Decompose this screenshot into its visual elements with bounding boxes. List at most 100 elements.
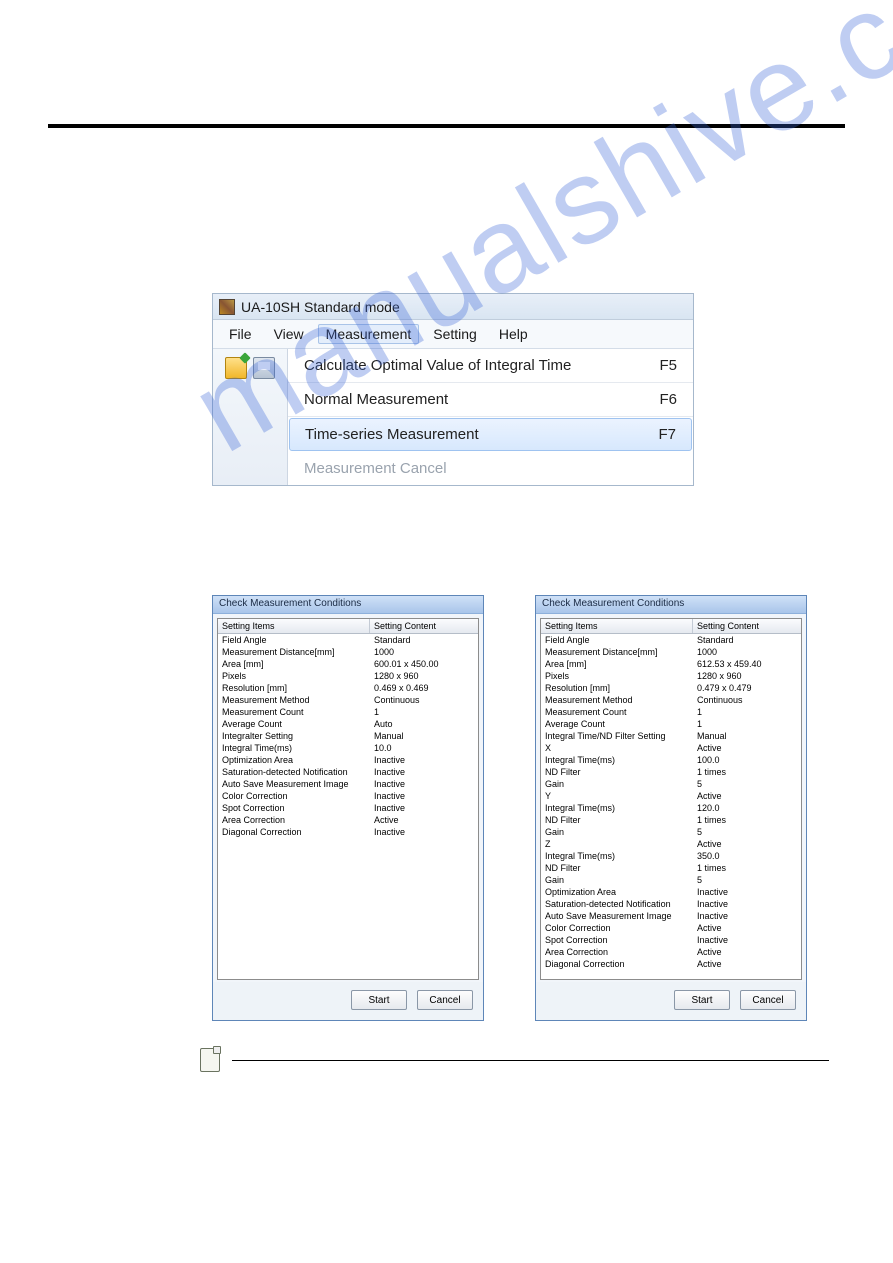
table-row[interactable]: Color CorrectionActive bbox=[541, 922, 801, 934]
table-row[interactable]: Integral Time(ms)120.0 bbox=[541, 802, 801, 814]
setting-item-value: 1 times bbox=[693, 814, 801, 826]
setting-item-label: Average Count bbox=[218, 718, 370, 730]
table-row[interactable]: Field AngleStandard bbox=[541, 634, 801, 646]
setting-item-label: Area Correction bbox=[541, 946, 693, 958]
table-row[interactable]: Average Count1 bbox=[541, 718, 801, 730]
setting-item-value: 1 bbox=[370, 706, 478, 718]
setting-item-label: Measurement Distance[mm] bbox=[541, 646, 693, 658]
setting-item-value: Active bbox=[693, 838, 801, 850]
table-row[interactable]: Diagonal CorrectionInactive bbox=[218, 826, 478, 838]
dialog-title: Check Measurement Conditions bbox=[213, 596, 483, 614]
table-row[interactable]: Area CorrectionActive bbox=[218, 814, 478, 826]
menu-file[interactable]: File bbox=[221, 324, 260, 344]
setting-item-label: Gain bbox=[541, 874, 693, 886]
open-icon[interactable] bbox=[225, 357, 247, 379]
table-row[interactable]: Spot CorrectionInactive bbox=[541, 934, 801, 946]
table-row[interactable]: Integral Time(ms)100.0 bbox=[541, 754, 801, 766]
table-row[interactable]: ND Filter1 times bbox=[541, 814, 801, 826]
setting-item-value: Inactive bbox=[693, 910, 801, 922]
menu-item-calculate-optimal-value-of-integral-time[interactable]: Calculate Optimal Value of Integral Time… bbox=[288, 349, 693, 383]
setting-item-value: Inactive bbox=[370, 826, 478, 838]
dialog-body: Setting Items Setting Content Field Angl… bbox=[536, 614, 806, 982]
setting-item-value: Active bbox=[693, 958, 801, 970]
setting-item-label: Measurement Distance[mm] bbox=[218, 646, 370, 658]
menu-help[interactable]: Help bbox=[491, 324, 536, 344]
setting-item-label: Measurement Method bbox=[541, 694, 693, 706]
table-row[interactable]: Integral Time(ms)350.0 bbox=[541, 850, 801, 862]
table-row[interactable]: Optimization AreaInactive bbox=[541, 886, 801, 898]
col-setting-items[interactable]: Setting Items bbox=[218, 619, 370, 633]
cancel-button[interactable]: Cancel bbox=[740, 990, 796, 1010]
menu-item-time-series-measurement[interactable]: Time-series MeasurementF7 bbox=[289, 418, 692, 451]
setting-item-value: Active bbox=[693, 922, 801, 934]
setting-item-label: Area Correction bbox=[218, 814, 370, 826]
setting-item-value: Continuous bbox=[693, 694, 801, 706]
setting-item-value: Standard bbox=[693, 634, 801, 646]
table-row[interactable]: Color CorrectionInactive bbox=[218, 790, 478, 802]
table-row[interactable]: Measurement Distance[mm]1000 bbox=[541, 646, 801, 658]
titlebar: UA-10SH Standard mode bbox=[213, 294, 693, 320]
table-row[interactable]: Measurement Count1 bbox=[218, 706, 478, 718]
table-row[interactable]: Optimization AreaInactive bbox=[218, 754, 478, 766]
menu-item-normal-measurement[interactable]: Normal MeasurementF6 bbox=[288, 383, 693, 417]
table-row[interactable]: XActive bbox=[541, 742, 801, 754]
grid-rows: Field AngleStandardMeasurement Distance[… bbox=[218, 634, 478, 979]
setting-item-label: Optimization Area bbox=[218, 754, 370, 766]
table-row[interactable]: Pixels1280 x 960 bbox=[541, 670, 801, 682]
table-row[interactable]: Pixels1280 x 960 bbox=[218, 670, 478, 682]
start-button[interactable]: Start bbox=[351, 990, 407, 1010]
setting-item-label: Integral Time(ms) bbox=[541, 754, 693, 766]
table-row[interactable]: Gain5 bbox=[541, 874, 801, 886]
table-row[interactable]: Gain5 bbox=[541, 778, 801, 790]
table-row[interactable]: Integral Time(ms)10.0 bbox=[218, 742, 478, 754]
setting-item-label: Pixels bbox=[541, 670, 693, 682]
setting-item-label: Measurement Method bbox=[218, 694, 370, 706]
menu-setting[interactable]: Setting bbox=[425, 324, 485, 344]
window-title: UA-10SH Standard mode bbox=[241, 299, 400, 315]
col-setting-content[interactable]: Setting Content bbox=[693, 619, 801, 633]
table-row[interactable]: Measurement Count1 bbox=[541, 706, 801, 718]
table-row[interactable]: Measurement MethodContinuous bbox=[541, 694, 801, 706]
dialog-body: Setting Items Setting Content Field Angl… bbox=[213, 614, 483, 982]
app-icon bbox=[219, 299, 235, 315]
table-row[interactable]: Field AngleStandard bbox=[218, 634, 478, 646]
grid-header: Setting Items Setting Content bbox=[218, 619, 478, 634]
table-row[interactable]: Saturation-detected NotificationInactive bbox=[218, 766, 478, 778]
setting-item-label: ND Filter bbox=[541, 862, 693, 874]
dialog-title: Check Measurement Conditions bbox=[536, 596, 806, 614]
table-row[interactable]: Auto Save Measurement ImageInactive bbox=[218, 778, 478, 790]
table-row[interactable]: Saturation-detected NotificationInactive bbox=[541, 898, 801, 910]
start-button[interactable]: Start bbox=[674, 990, 730, 1010]
menu-view[interactable]: View bbox=[266, 324, 312, 344]
table-row[interactable]: Average CountAuto bbox=[218, 718, 478, 730]
table-row[interactable]: Diagonal CorrectionActive bbox=[541, 958, 801, 970]
table-row[interactable]: Area [mm]612.53 x 459.40 bbox=[541, 658, 801, 670]
table-row[interactable]: Area [mm]600.01 x 450.00 bbox=[218, 658, 478, 670]
table-row[interactable]: YActive bbox=[541, 790, 801, 802]
col-setting-items[interactable]: Setting Items bbox=[541, 619, 693, 633]
table-row[interactable]: ND Filter1 times bbox=[541, 766, 801, 778]
col-setting-content[interactable]: Setting Content bbox=[370, 619, 478, 633]
dialog-buttons: Start Cancel bbox=[213, 982, 483, 1020]
cancel-button[interactable]: Cancel bbox=[417, 990, 473, 1010]
table-row[interactable]: Resolution [mm]0.469 x 0.469 bbox=[218, 682, 478, 694]
menu-measurement[interactable]: Measurement bbox=[318, 324, 420, 344]
table-row[interactable]: Area CorrectionActive bbox=[541, 946, 801, 958]
setting-item-label: Z bbox=[541, 838, 693, 850]
save-icon[interactable] bbox=[253, 357, 275, 379]
setting-item-label: Integralter Setting bbox=[218, 730, 370, 742]
table-row[interactable]: Spot CorrectionInactive bbox=[218, 802, 478, 814]
table-row[interactable]: Measurement Distance[mm]1000 bbox=[218, 646, 478, 658]
dialog-buttons: Start Cancel bbox=[536, 982, 806, 1020]
table-row[interactable]: ND Filter1 times bbox=[541, 862, 801, 874]
table-row[interactable]: Measurement MethodContinuous bbox=[218, 694, 478, 706]
setting-item-value: 10.0 bbox=[370, 742, 478, 754]
table-row[interactable]: Resolution [mm]0.479 x 0.479 bbox=[541, 682, 801, 694]
setting-item-value: 5 bbox=[693, 778, 801, 790]
table-row[interactable]: ZActive bbox=[541, 838, 801, 850]
table-row[interactable]: Integral Time/ND Filter SettingManual bbox=[541, 730, 801, 742]
setting-item-value: Inactive bbox=[370, 766, 478, 778]
table-row[interactable]: Gain5 bbox=[541, 826, 801, 838]
table-row[interactable]: Integralter SettingManual bbox=[218, 730, 478, 742]
table-row[interactable]: Auto Save Measurement ImageInactive bbox=[541, 910, 801, 922]
